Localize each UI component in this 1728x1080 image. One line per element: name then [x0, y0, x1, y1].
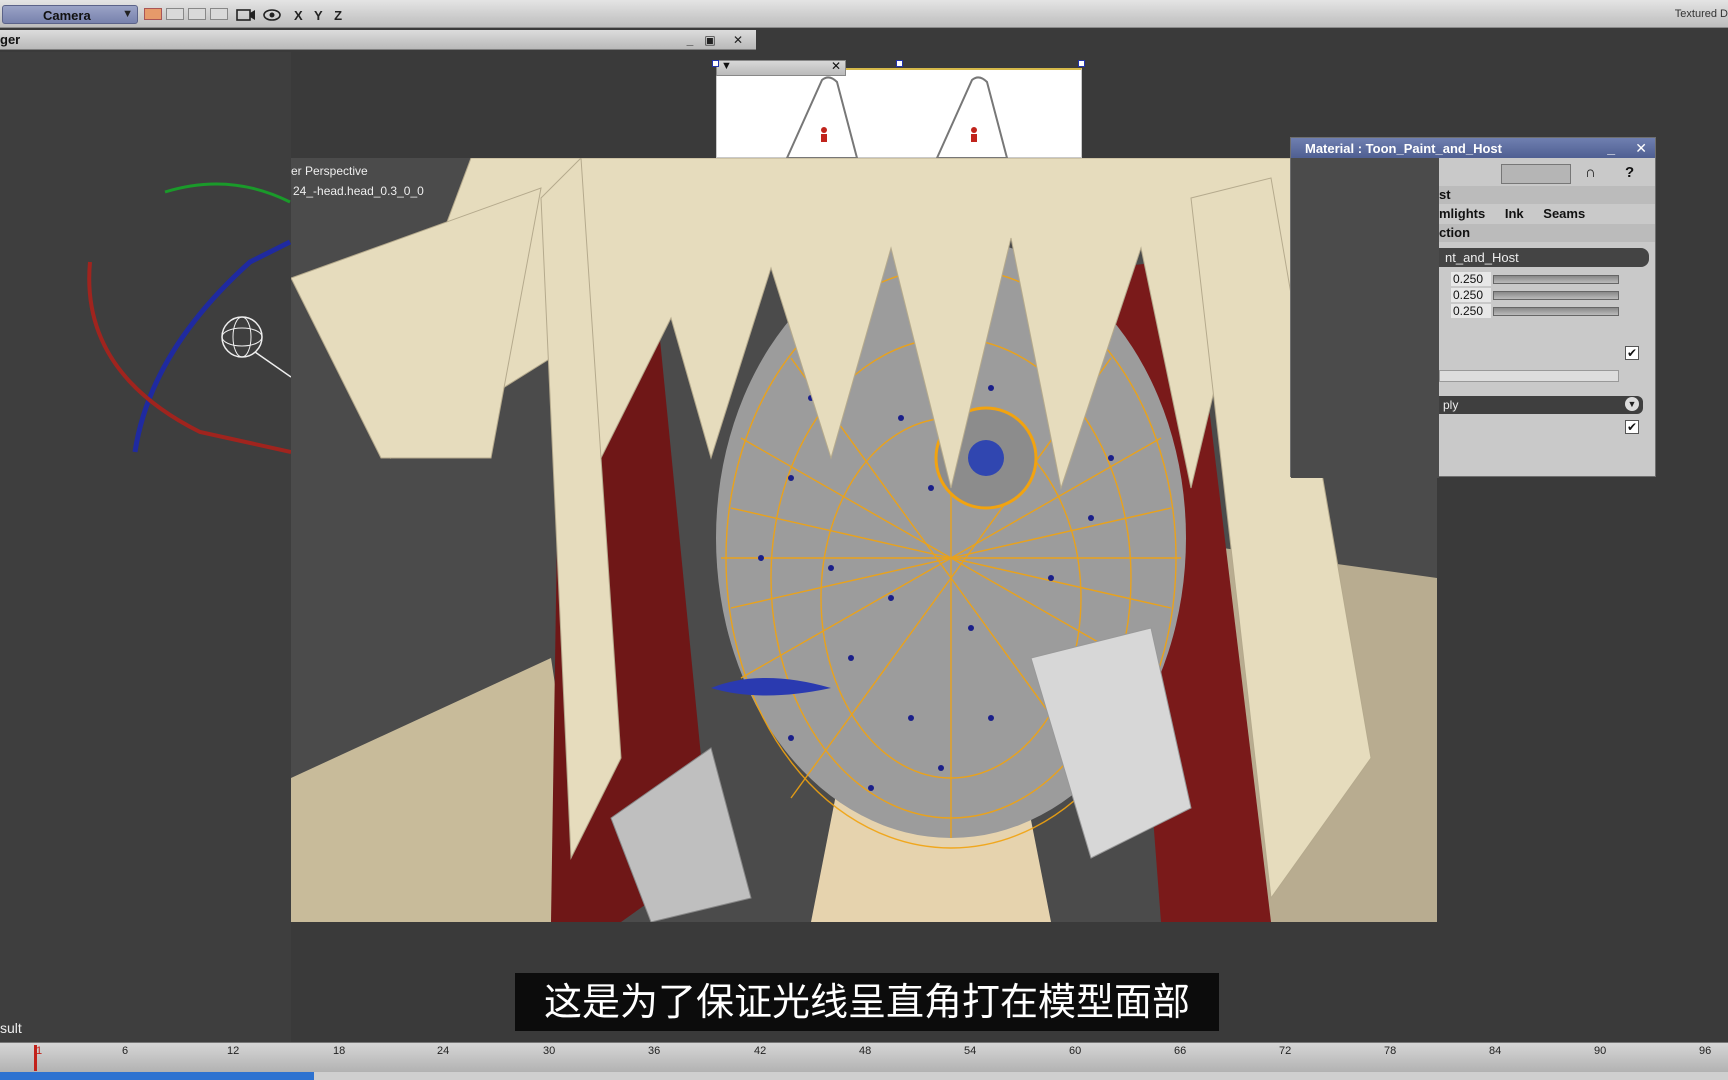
blend-mode-dropdown[interactable]: ply ▼ — [1439, 396, 1643, 414]
result-label: sult — [0, 1020, 22, 1036]
timeline-tick: 66 — [1174, 1045, 1187, 1057]
character-render — [291, 158, 1437, 922]
timeline-tick: 54 — [964, 1045, 977, 1057]
strength-slider[interactable] — [1439, 370, 1619, 382]
color-swatch-3[interactable] — [188, 8, 206, 20]
material-name-field[interactable]: nt_and_Host — [1439, 248, 1649, 267]
material-panel-content: ∩ ? st mlights Ink Seams ction nt_and_Ho… — [1439, 158, 1655, 476]
channel-r-value[interactable]: 0.250 — [1451, 272, 1491, 286]
material-window-title: Material : Toon_Paint_and_Host — [1305, 141, 1502, 156]
camera-icon[interactable] — [236, 7, 255, 23]
render-mode-label[interactable]: Textured D — [1675, 8, 1728, 20]
maximize-icon[interactable]: ▣ — [702, 32, 718, 48]
rotation-gizmo[interactable] — [0, 52, 292, 1042]
axis-label[interactable]: X Y Z — [294, 8, 346, 23]
timeline-tick: 60 — [1069, 1045, 1082, 1057]
section-label: st — [1439, 187, 1451, 202]
status-bar — [0, 1072, 1728, 1080]
timeline-tick: 30 — [543, 1045, 556, 1057]
color-swatch-2[interactable] — [166, 8, 184, 20]
chevron-down-icon: ▼ — [1625, 397, 1639, 411]
help-icon[interactable]: ? — [1625, 164, 1634, 181]
subsection-header[interactable]: ction — [1439, 224, 1655, 242]
camera-select-label: Camera — [43, 8, 91, 23]
chevron-down-icon: ▼ — [122, 8, 133, 20]
channel-b-value[interactable]: 0.250 — [1451, 304, 1491, 318]
main-viewport[interactable]: er Perspective 24_-head.head_0.3_0_0 — [291, 158, 1437, 922]
tab-highlights[interactable]: mlights — [1439, 206, 1485, 221]
pin-icon[interactable]: ∩ — [1585, 164, 1596, 181]
left-panel-titlebar: ger _ ▣ ✕ — [0, 30, 756, 50]
timeline-tick: 6 — [122, 1045, 129, 1057]
arrange-buttons[interactable] — [1501, 164, 1571, 184]
selected-object-label: 24_-head.head_0.3_0_0 — [293, 184, 424, 198]
section-header[interactable]: st — [1439, 186, 1655, 204]
resize-handle[interactable] — [896, 60, 903, 67]
eye-icon[interactable] — [262, 7, 281, 23]
occluded-area — [1291, 158, 1439, 478]
close-icon[interactable]: ✕ — [831, 59, 841, 73]
option-checkbox-2[interactable]: ✔ — [1625, 420, 1639, 434]
channel-r-slider[interactable] — [1493, 275, 1619, 284]
close-icon[interactable]: ✕ — [730, 32, 746, 48]
camera-select[interactable]: Camera ▼ — [2, 5, 138, 24]
timeline-tick: 42 — [754, 1045, 767, 1057]
tab-ink[interactable]: Ink — [1505, 206, 1524, 221]
minimize-icon[interactable]: _ — [682, 32, 698, 48]
camera-name-label: er Perspective — [291, 164, 368, 178]
subsection-label: ction — [1439, 225, 1471, 240]
option-checkbox-1[interactable]: ✔ — [1625, 346, 1639, 360]
blend-mode-value: ply — [1443, 398, 1459, 412]
timeline-tick: 72 — [1279, 1045, 1292, 1057]
timeline-tick: 48 — [859, 1045, 872, 1057]
channel-g-row[interactable]: 0.250 — [1439, 288, 1659, 303]
material-window[interactable]: Material : Toon_Paint_and_Host _ ✕ ∩ ? s… — [1290, 137, 1656, 478]
top-toolbar: Camera ▼ X Y Z Textured D — [0, 0, 1728, 28]
timeline-tick: 96 — [1699, 1045, 1712, 1057]
left-panel-title: ger — [0, 32, 21, 47]
close-icon[interactable]: ✕ — [1635, 140, 1647, 157]
preview-window[interactable]: ▼ ✕ — [712, 59, 1085, 159]
channel-r-row[interactable]: 0.250 — [1439, 272, 1659, 287]
color-swatch-active[interactable] — [144, 8, 162, 20]
timeline-tick: 84 — [1489, 1045, 1502, 1057]
resize-handle[interactable] — [1078, 60, 1085, 67]
channel-b-slider[interactable] — [1493, 307, 1619, 316]
timeline-tick: 78 — [1384, 1045, 1397, 1057]
timeline-tick: 18 — [333, 1045, 346, 1057]
channel-b-row[interactable]: 0.250 — [1439, 304, 1659, 319]
status-selection — [0, 1072, 314, 1080]
preview-window-titlebar[interactable]: ▼ ✕ — [716, 59, 846, 76]
timeline-tick: 12 — [227, 1045, 240, 1057]
material-window-titlebar[interactable]: Material : Toon_Paint_and_Host _ ✕ — [1291, 138, 1655, 158]
minimize-icon[interactable]: _ — [1607, 140, 1615, 156]
resize-handle[interactable] — [712, 60, 719, 67]
current-frame-label: 1 — [36, 1045, 43, 1057]
channel-g-slider[interactable] — [1493, 291, 1619, 300]
color-swatch-4[interactable] — [210, 8, 228, 20]
timeline-tick: 90 — [1594, 1045, 1607, 1057]
tab-seams[interactable]: Seams — [1543, 206, 1585, 221]
channel-g-value[interactable]: 0.250 — [1451, 288, 1491, 302]
subtitle-caption: 这是为了保证光线呈直角打在模型面部 — [515, 973, 1219, 1031]
timeline-tick: 36 — [648, 1045, 661, 1057]
material-tabs: mlights Ink Seams — [1439, 206, 1655, 221]
preview-canvas — [716, 68, 1082, 159]
timeline-tick: 24 — [437, 1045, 450, 1057]
menu-arrow-icon[interactable]: ▼ — [721, 60, 732, 72]
left-viewport[interactable] — [0, 52, 292, 1042]
